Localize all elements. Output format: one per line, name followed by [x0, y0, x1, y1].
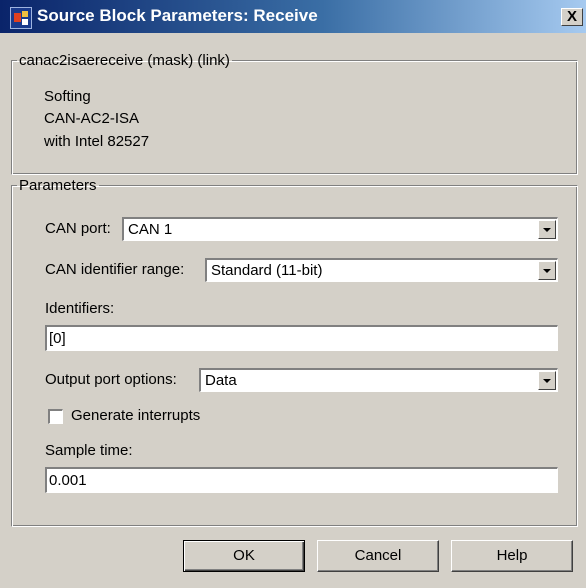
can-port-select[interactable]: CAN 1: [122, 217, 558, 241]
chevron-down-icon[interactable]: [538, 371, 556, 390]
help-button[interactable]: Help: [451, 540, 573, 572]
id-range-select[interactable]: Standard (11-bit): [205, 258, 558, 282]
identifiers-value: [0]: [49, 330, 66, 347]
output-port-select[interactable]: Data: [199, 368, 558, 392]
simulink-block-icon: [10, 7, 32, 29]
description-line: CAN-AC2-ISA: [44, 110, 140, 127]
output-port-label: Output port options:: [45, 371, 177, 388]
can-port-label: CAN port:: [45, 220, 111, 237]
identifiers-label: Identifiers:: [45, 300, 115, 317]
parameters-legend: Parameters: [19, 177, 97, 194]
sample-time-field[interactable]: 0.001: [45, 467, 558, 493]
title-bar[interactable]: Source Block Parameters: Receive X: [0, 0, 586, 33]
description-line: Softing: [44, 88, 91, 105]
can-port-value: CAN 1: [128, 221, 173, 238]
generate-interrupts-checkbox[interactable]: [48, 409, 63, 424]
identifiers-field[interactable]: [0]: [45, 325, 558, 351]
window-title: Source Block Parameters: Receive: [37, 6, 318, 25]
cancel-button[interactable]: Cancel: [317, 540, 439, 572]
chevron-down-icon[interactable]: [538, 261, 556, 280]
id-range-label: CAN identifier range:: [45, 261, 185, 278]
description-legend: canac2isaereceive (mask) (link): [19, 52, 230, 69]
description-line: with Intel 82527: [44, 133, 150, 150]
chevron-down-icon[interactable]: [538, 220, 556, 239]
close-button[interactable]: X: [561, 8, 583, 26]
sample-time-label: Sample time:: [45, 442, 133, 459]
output-port-value: Data: [205, 372, 237, 389]
sample-time-value: 0.001: [49, 472, 87, 489]
generate-interrupts-label[interactable]: Generate interrupts: [71, 407, 200, 424]
ok-button[interactable]: OK: [183, 540, 305, 572]
id-range-value: Standard (11-bit): [211, 262, 323, 279]
